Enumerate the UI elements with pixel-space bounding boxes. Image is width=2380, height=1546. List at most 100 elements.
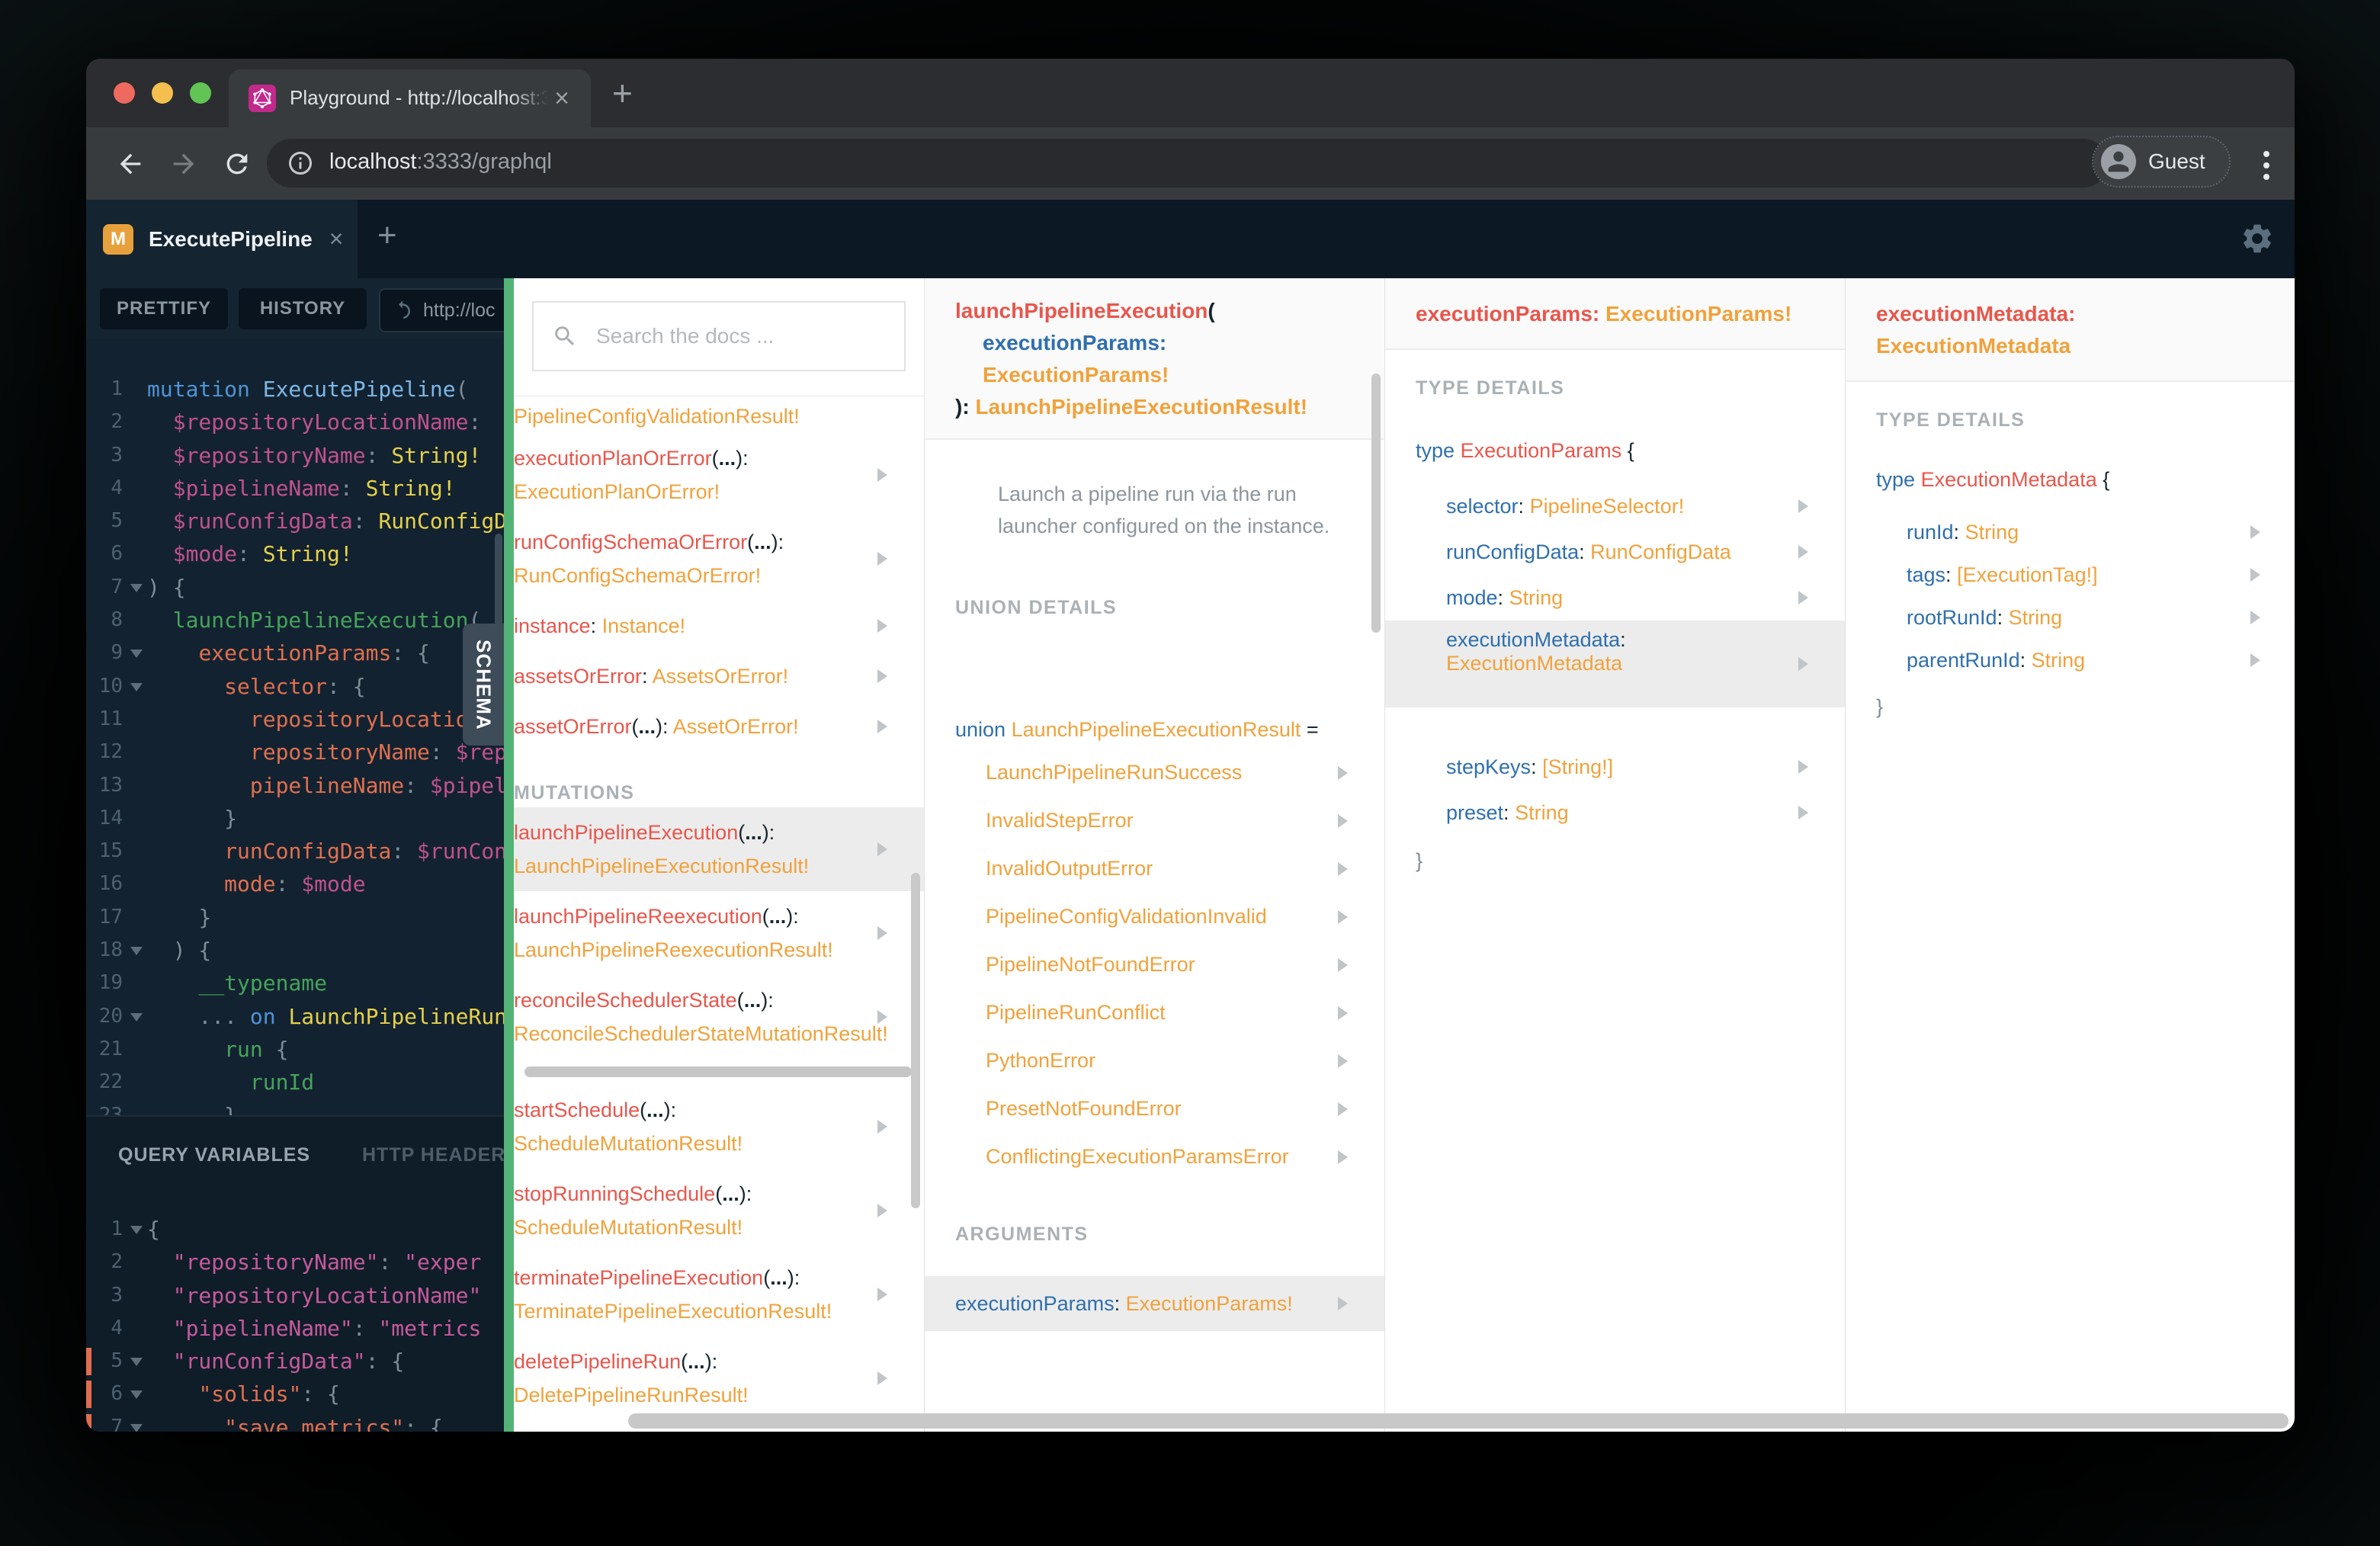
fold-arrow-icon[interactable] (130, 1012, 143, 1022)
code-line[interactable]: 21 run { (86, 1033, 504, 1066)
code-line[interactable]: 18 ) { (86, 934, 504, 967)
code-line[interactable]: 5 $runConfigData: RunConfigData (86, 505, 504, 537)
code-line[interactable]: 2 $repositoryLocationName: (86, 406, 504, 438)
code-line[interactable]: 5 "runConfigData": { (86, 1345, 504, 1378)
docs-field-item-terminatePipelineExecution[interactable]: terminatePipelineExecution(...): Terminat… (514, 1253, 924, 1336)
close-window-button[interactable] (114, 82, 135, 104)
docs-field-item-assetOrError[interactable]: assetOrError(...): AssetOrError! (514, 701, 924, 752)
union-member-InvalidOutputError[interactable]: InvalidOutputError (925, 845, 1384, 893)
docs-column2-vertical-scrollbar[interactable] (1371, 374, 1381, 633)
union-member-InvalidStepError[interactable]: InvalidStepError (925, 797, 1384, 845)
fold-arrow-icon[interactable] (130, 1226, 143, 1234)
type-field-parentRunId[interactable]: parentRunId: String (1846, 639, 2295, 682)
union-member-PipelineNotFoundError[interactable]: PipelineNotFoundError (925, 941, 1384, 989)
prettify-button[interactable]: PRETTIFY (100, 288, 228, 329)
docs-search-input[interactable] (595, 323, 904, 349)
browser-tab[interactable]: Playground - http://localhost:3 × (229, 69, 591, 127)
forward-icon[interactable] (168, 149, 199, 179)
type-field-selector[interactable]: selector: PipelineSelector! (1385, 483, 1845, 529)
fold-arrow-icon[interactable] (130, 1423, 143, 1432)
history-button[interactable]: HISTORY (239, 288, 367, 329)
type-field-preset[interactable]: preset: String (1385, 790, 1845, 836)
docs-column1-horizontal-scrollbar[interactable] (524, 1066, 912, 1077)
docs-field-item-reconcileSchedulerState[interactable]: reconcileSchedulerState(...): ReconcileSc… (514, 975, 924, 1059)
union-member-PythonError[interactable]: PythonError (925, 1037, 1384, 1085)
playground-tab-executepipeline[interactable]: M ExecutePipeline × (86, 200, 358, 278)
docs-field-item-assetsOrError[interactable]: assetsOrError: AssetsOrError! (514, 651, 924, 701)
tab-close-icon[interactable]: × (554, 82, 569, 115)
browser-menu-icon[interactable] (2261, 146, 2272, 185)
type-field-rootRunId[interactable]: rootRunId: String (1846, 596, 2295, 639)
type-field-runId[interactable]: runId: String (1846, 511, 2295, 553)
union-member-ConflictingExecutionParamsError[interactable]: ConflictingExecutionParamsError (925, 1133, 1384, 1181)
fold-arrow-icon[interactable] (130, 682, 143, 691)
playground-new-tab-button[interactable]: + (377, 217, 397, 255)
code-line[interactable]: 10 selector: { (86, 670, 504, 703)
code-line[interactable]: 14 } (86, 802, 504, 835)
type-field-executionMetadata[interactable]: executionMetadata: ExecutionMetadata (1385, 621, 1845, 707)
endpoint-input[interactable]: http://loc (379, 288, 504, 332)
union-member-PipelineConfigValidationInvalid[interactable]: PipelineConfigValidationInvalid (925, 893, 1384, 941)
docs-field-item-stopRunningSchedule[interactable]: stopRunningSchedule(...): ScheduleMutatio… (514, 1169, 924, 1253)
zoom-window-button[interactable] (190, 82, 211, 104)
variables-editor[interactable]: 1{2 "repositoryName": "exper 3 "repositor… (86, 1213, 504, 1432)
code-line[interactable]: 7) { (86, 571, 504, 604)
code-line[interactable]: 2 "repositoryName": "exper (86, 1246, 504, 1278)
code-line[interactable]: 3 "repositoryLocationName" (86, 1279, 504, 1312)
tab-query-variables[interactable]: QUERY VARIABLES (118, 1144, 310, 1166)
docs-field-item-executionPlanOrError[interactable]: executionPlanOrError(...): ExecutionPlanO… (514, 433, 924, 517)
docs-field-item-startSchedule[interactable]: startSchedule(...): ScheduleMutationResul… (514, 1085, 924, 1169)
code-line[interactable]: 22 runId (86, 1066, 504, 1099)
type-field-tags[interactable]: tags: [ExecutionTag!] (1846, 553, 2295, 596)
docs-search-box[interactable] (532, 301, 906, 371)
docs-field-item-deletePipelineRun[interactable]: deletePipelineRun(...): DeletePipelineRun… (514, 1336, 924, 1420)
code-line[interactable]: 16 mode: $mode (86, 868, 504, 900)
fold-arrow-icon[interactable] (130, 1358, 143, 1367)
union-member-LaunchPipelineRunSuccess[interactable]: LaunchPipelineRunSuccess (925, 749, 1384, 797)
code-line[interactable]: 9 executionParams: { (86, 637, 504, 669)
type-field-runConfigData[interactable]: runConfigData: RunConfigData (1385, 529, 1845, 575)
code-line[interactable]: 12 repositoryName: $repositoryName (86, 736, 504, 768)
docs-divider-bar[interactable] (504, 278, 514, 1432)
code-line[interactable]: 15 runConfigData: $runConfigData (86, 835, 504, 868)
docs-field-item-launchPipelineExecution[interactable]: launchPipelineExecution(...): LaunchPipel… (514, 807, 924, 891)
argument-executionparams[interactable]: executionParams: ExecutionParams! (925, 1276, 1384, 1331)
site-info-icon[interactable] (287, 149, 314, 181)
back-icon[interactable] (115, 149, 146, 179)
code-line[interactable]: 3 $repositoryName: String! (86, 439, 504, 472)
code-line[interactable]: 8 launchPipelineExecution( (86, 604, 504, 637)
code-line[interactable]: 17 } (86, 901, 504, 934)
code-line[interactable]: 11 repositoryLocationName: (86, 703, 504, 736)
docs-field-item-instance[interactable]: instance: Instance! (514, 601, 924, 651)
docs-field-item-launchPipelineReexecution[interactable]: launchPipelineReexecution(...): LaunchPip… (514, 891, 924, 975)
union-member-PresetNotFoundError[interactable]: PresetNotFoundError (925, 1085, 1384, 1133)
fold-arrow-icon[interactable] (130, 583, 143, 592)
union-member-PipelineRunConflict[interactable]: PipelineRunConflict (925, 989, 1384, 1037)
new-tab-button[interactable]: + (612, 72, 633, 114)
code-line[interactable]: 4 $pipelineName: String! (86, 472, 504, 505)
code-line[interactable]: 4 "pipelineName": "metrics (86, 1312, 504, 1345)
tab-schema[interactable]: SCHEMA (463, 624, 504, 746)
minimize-window-button[interactable] (152, 82, 173, 104)
code-line[interactable]: 19 __typename (86, 967, 504, 999)
docs-horizontal-scrollbar[interactable] (628, 1413, 2289, 1429)
docs-field-item-runConfigSchemaOrError[interactable]: runConfigSchemaOrError(...): RunConfigSch… (514, 517, 924, 601)
code-line[interactable]: 7 "save_metrics": { (86, 1411, 504, 1432)
code-line[interactable]: 1{ (86, 1213, 504, 1246)
type-field-stepKeys[interactable]: stepKeys: [String!] (1385, 744, 1845, 790)
fold-arrow-icon[interactable] (130, 1390, 143, 1400)
fold-arrow-icon[interactable] (130, 947, 143, 956)
docs-column1-vertical-scrollbar[interactable] (911, 873, 920, 1208)
address-bar[interactable]: localhost:3333/graphql (267, 139, 2108, 188)
code-line[interactable]: 6 "solids": { (86, 1378, 504, 1410)
reload-icon[interactable] (222, 149, 252, 179)
profile-chip[interactable]: Guest (2092, 136, 2231, 188)
type-field-mode[interactable]: mode: String (1385, 575, 1845, 621)
code-line[interactable]: 1 mutation ExecutePipeline( (86, 373, 504, 406)
fold-arrow-icon[interactable] (130, 650, 143, 659)
code-line[interactable]: 23 } (86, 1099, 504, 1117)
query-editor[interactable]: 1 mutation ExecutePipeline(2 $repositoryL… (86, 339, 504, 1117)
code-line[interactable]: 20 ... on LaunchPipelineRunSuccess (86, 1000, 504, 1033)
settings-gear-icon[interactable] (2240, 221, 2275, 256)
tab-http-headers[interactable]: HTTP HEADERS (362, 1144, 504, 1166)
